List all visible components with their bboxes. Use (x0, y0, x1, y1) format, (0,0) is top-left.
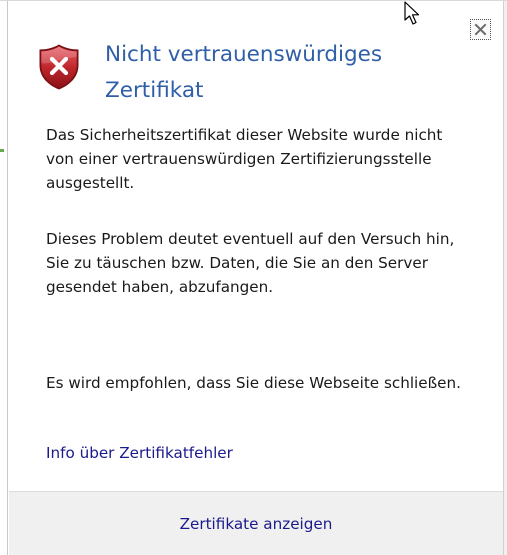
certificate-error-dialog: Nicht vertrauenswürdiges Zertifikat Das … (0, 0, 507, 555)
shield-error-icon (39, 44, 79, 90)
left-border (0, 1, 8, 555)
border-accent (0, 149, 4, 152)
dialog-title: Nicht vertrauenswürdiges Zertifikat (105, 42, 383, 103)
show-certificates-link[interactable]: Zertifikate anzeigen (9, 492, 503, 555)
certificate-error-info-link[interactable]: Info über Zertifikatfehler (46, 441, 233, 465)
paragraph-interception-warning: Dieses Problem deutet eventuell auf den … (46, 230, 455, 296)
close-button[interactable] (470, 19, 491, 40)
right-border (503, 1, 507, 555)
dialog-footer: Zertifikate anzeigen (9, 491, 503, 555)
paragraph-untrusted-issuer: Das Sicherheitszertifikat dieser Website… (46, 126, 443, 192)
mouse-cursor-icon (404, 1, 420, 25)
paragraph-recommendation: Es wird empfohlen, dass Sie diese Websei… (46, 374, 461, 392)
close-icon (474, 23, 487, 36)
